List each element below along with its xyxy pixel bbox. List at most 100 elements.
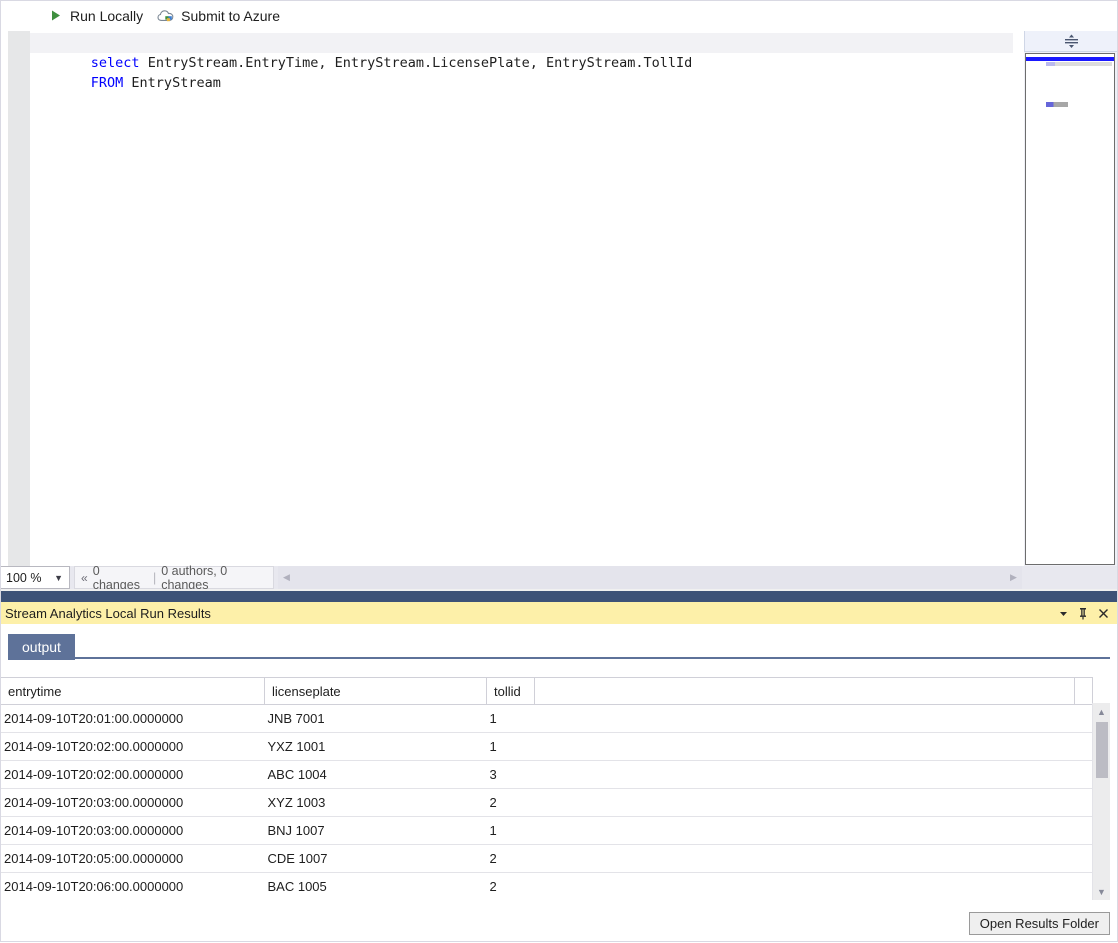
triangle-right-icon[interactable]: ▶ [1005, 567, 1022, 588]
results-panel-header: Stream Analytics Local Run Results [0, 602, 1118, 624]
cell-licenseplate[interactable]: XYZ 1003 [265, 789, 487, 817]
zoom-level-value: 100 % [6, 571, 41, 585]
results-tab-strip: output [0, 624, 1118, 660]
editor-horizontal-scrollbar[interactable]: ◀ ▶ [278, 566, 1022, 589]
editor-gutter-margin [8, 31, 30, 566]
code-line-1: select EntryStream.EntryTime, EntryStrea… [30, 33, 1013, 53]
triangle-left-icon[interactable]: ◀ [278, 567, 295, 588]
column-header-filler[interactable] [535, 678, 1075, 705]
cell-entrytime[interactable]: 2014-09-10T20:06:00.0000000 [1, 873, 265, 901]
panel-close-button[interactable] [1094, 604, 1112, 622]
double-chevron-left-icon: « [81, 571, 88, 585]
column-header-end[interactable] [1075, 678, 1093, 705]
results-panel-header-actions [1054, 604, 1118, 622]
table-row[interactable]: 2014-09-10T20:03:00.0000000XYZ 10032 [1, 789, 1093, 817]
cell-filler [535, 845, 1075, 873]
changes-indicator[interactable]: « 0 changes | 0 authors, 0 changes [74, 566, 274, 589]
cell-end [1075, 817, 1093, 845]
column-header-tollid[interactable]: tollid [487, 678, 535, 705]
cell-entrytime[interactable]: 2014-09-10T20:02:00.0000000 [1, 761, 265, 789]
cell-filler [535, 873, 1075, 901]
submit-to-azure-label: Submit to Azure [181, 8, 280, 24]
code-text-surface[interactable]: select EntryStream.EntryTime, EntryStrea… [30, 31, 1024, 566]
code-keyword-select: select [91, 55, 140, 71]
run-locally-button[interactable]: Run Locally [42, 4, 149, 28]
cell-licenseplate[interactable]: ABC 1004 [265, 761, 487, 789]
zoom-level-select[interactable]: 100 % ▼ [0, 566, 70, 589]
code-keyword-from: FROM [91, 75, 124, 91]
cell-licenseplate[interactable]: BAC 1005 [265, 873, 487, 901]
cell-end [1075, 761, 1093, 789]
code-overview-box[interactable] [1025, 53, 1115, 565]
status-bar-right-pad [1022, 566, 1118, 589]
table-row[interactable]: 2014-09-10T20:06:00.0000000BAC 10052 [1, 873, 1093, 901]
cell-entrytime[interactable]: 2014-09-10T20:03:00.0000000 [1, 817, 265, 845]
cell-end [1075, 845, 1093, 873]
cell-tollid[interactable]: 3 [487, 761, 535, 789]
cell-tollid[interactable]: 1 [487, 705, 535, 733]
changes-count-label: 0 changes [93, 564, 148, 592]
results-grid-vertical-scrollbar[interactable]: ▲ ▼ [1092, 703, 1110, 900]
cell-filler [535, 817, 1075, 845]
results-grid-container[interactable]: entrytime licenseplate tollid 2014-09-10… [0, 662, 1118, 901]
cell-entrytime[interactable]: 2014-09-10T20:02:00.0000000 [1, 733, 265, 761]
cell-end [1075, 789, 1093, 817]
submit-to-azure-button[interactable]: Submit to Azure [153, 4, 286, 28]
cell-end [1075, 873, 1093, 901]
panel-pin-button[interactable] [1074, 604, 1092, 622]
results-panel-footer: Open Results Folder [0, 900, 1118, 943]
open-results-folder-button[interactable]: Open Results Folder [969, 912, 1110, 935]
cell-licenseplate[interactable]: CDE 1007 [265, 845, 487, 873]
cell-tollid[interactable]: 2 [487, 845, 535, 873]
grid-header-row: entrytime licenseplate tollid [1, 678, 1093, 705]
cell-tollid[interactable]: 2 [487, 873, 535, 901]
triangle-down-icon[interactable]: ▼ [1093, 883, 1111, 900]
cell-entrytime[interactable]: 2014-09-10T20:05:00.0000000 [1, 845, 265, 873]
cell-filler [535, 733, 1075, 761]
split-editor-handle-icon[interactable] [1024, 31, 1118, 52]
cell-licenseplate[interactable]: YXZ 1001 [265, 733, 487, 761]
table-row[interactable]: 2014-09-10T20:05:00.0000000CDE 10072 [1, 845, 1093, 873]
cloud-upload-icon [157, 7, 175, 25]
table-row[interactable]: 2014-09-10T20:02:00.0000000YXZ 10011 [1, 733, 1093, 761]
panel-dropdown-button[interactable] [1054, 604, 1072, 622]
overview-caret-marker [1026, 57, 1114, 61]
cell-filler [535, 789, 1075, 817]
editor-status-bar: 100 % ▼ « 0 changes | 0 authors, 0 chang… [0, 566, 1118, 589]
play-icon [46, 7, 64, 25]
cell-licenseplate[interactable]: JNB 7001 [265, 705, 487, 733]
grid-body: 2014-09-10T20:01:00.0000000JNB 700112014… [1, 705, 1093, 901]
table-row[interactable]: 2014-09-10T20:01:00.0000000JNB 70011 [1, 705, 1093, 733]
triangle-up-icon[interactable]: ▲ [1093, 703, 1111, 720]
cell-filler [535, 761, 1075, 789]
tab-output-label: output [22, 639, 61, 655]
table-row[interactable]: 2014-09-10T20:03:00.0000000BNJ 10071 [1, 817, 1093, 845]
panel-separator-bar [0, 589, 1118, 602]
scrollbar-thumb[interactable] [1096, 722, 1108, 778]
cell-filler [535, 705, 1075, 733]
column-header-licenseplate[interactable]: licenseplate [265, 678, 487, 705]
scrollbar-track[interactable] [1093, 720, 1111, 883]
panel-separator-highlight [0, 589, 1118, 591]
editor-overview-margin[interactable] [1024, 31, 1118, 566]
overview-line-preview-2 [1046, 102, 1068, 107]
cell-tollid[interactable]: 2 [487, 789, 535, 817]
cell-tollid[interactable]: 1 [487, 733, 535, 761]
column-header-entrytime[interactable]: entrytime [1, 678, 265, 705]
run-locally-label: Run Locally [70, 8, 143, 24]
chevron-down-icon: ▼ [54, 573, 63, 583]
cell-entrytime[interactable]: 2014-09-10T20:03:00.0000000 [1, 789, 265, 817]
overview-line-preview-1 [1046, 62, 1112, 66]
code-editor[interactable]: select EntryStream.EntryTime, EntryStrea… [0, 31, 1118, 566]
cell-entrytime[interactable]: 2014-09-10T20:01:00.0000000 [1, 705, 265, 733]
results-grid: entrytime licenseplate tollid 2014-09-10… [0, 677, 1093, 901]
authors-changes-label: 0 authors, 0 changes [161, 564, 273, 592]
cell-tollid[interactable]: 1 [487, 817, 535, 845]
code-text-from-source: EntryStream [123, 75, 221, 91]
editor-toolbar: Run Locally Submit to Azure [0, 0, 1118, 32]
cell-licenseplate[interactable]: BNJ 1007 [265, 817, 487, 845]
tab-strip-underline [8, 657, 1110, 659]
changes-separator: | [153, 571, 156, 585]
table-row[interactable]: 2014-09-10T20:02:00.0000000ABC 10043 [1, 761, 1093, 789]
cell-end [1075, 733, 1093, 761]
